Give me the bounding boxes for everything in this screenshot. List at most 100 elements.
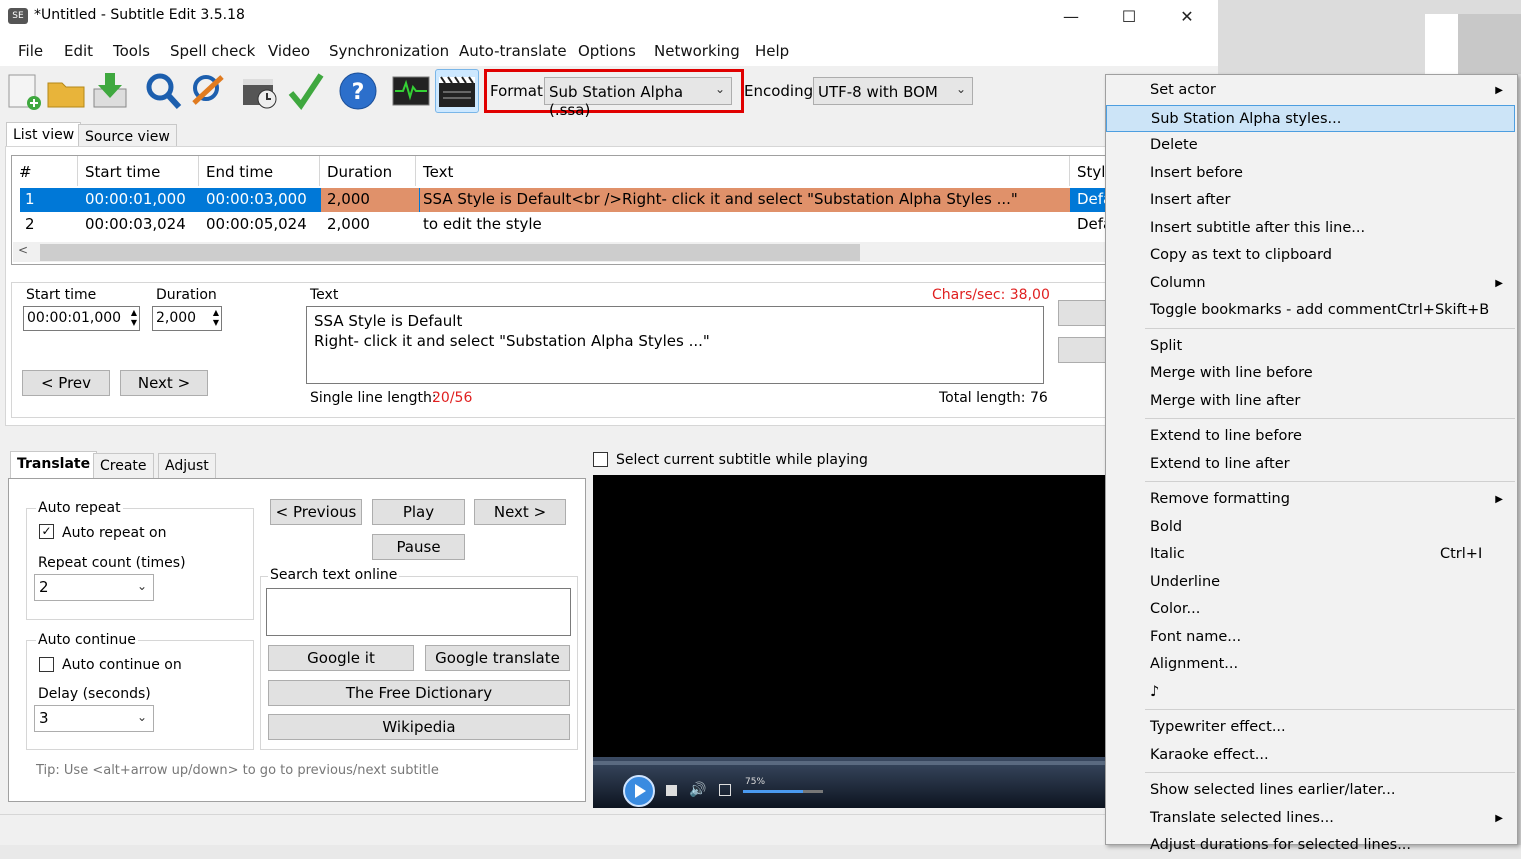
next-button[interactable]: Next > xyxy=(120,370,208,396)
tab-list-view[interactable]: List view xyxy=(6,122,82,148)
tab-translate[interactable]: Translate xyxy=(10,451,98,479)
column-header-style[interactable]: Style xyxy=(1070,156,1110,186)
context-menu-item[interactable]: Insert before xyxy=(1106,160,1515,187)
context-menu-item[interactable]: Toggle bookmarks - add comment Ctrl+Skift… xyxy=(1106,297,1515,324)
waveform-icon[interactable] xyxy=(391,71,431,111)
wikipedia-button[interactable]: Wikipedia xyxy=(268,714,570,740)
row1-number: 1 xyxy=(25,190,35,208)
play-button[interactable]: Play xyxy=(372,499,465,525)
desktop-window-fragment xyxy=(1425,14,1458,74)
video-icon[interactable] xyxy=(435,69,479,113)
auto-repeat-checkbox[interactable]: ✓ xyxy=(39,524,54,539)
context-menu-item[interactable]: Copy as text to clipboard xyxy=(1106,242,1515,269)
next-subtitle-button[interactable]: Next > xyxy=(474,499,566,525)
context-menu-item[interactable]: Translate selected lines... ▶ xyxy=(1106,805,1515,832)
context-menu-item-label: Underline xyxy=(1150,573,1221,590)
scroll-left-icon[interactable]: < xyxy=(18,243,28,257)
context-menu-item[interactable]: Extend to line before xyxy=(1106,423,1515,450)
stop-icon[interactable] xyxy=(666,785,677,796)
context-menu-item[interactable]: Bold xyxy=(1106,514,1515,541)
context-menu-item[interactable]: Adjust durations for selected lines... xyxy=(1106,832,1515,859)
context-menu-item[interactable]: Alignment... xyxy=(1106,651,1515,678)
find-icon[interactable] xyxy=(143,71,183,111)
maximize-button[interactable]: ☐ xyxy=(1100,0,1158,34)
context-menu-item[interactable]: ♪ xyxy=(1106,679,1515,706)
context-menu-item[interactable]: Merge with line before xyxy=(1106,360,1515,387)
column-header-text[interactable]: Text xyxy=(416,156,1070,186)
spinner-arrows-icon[interactable]: ▲ ▼ xyxy=(131,308,137,328)
close-button[interactable]: ✕ xyxy=(1158,0,1216,34)
open-folder-icon[interactable] xyxy=(46,71,86,111)
scrollbar-thumb[interactable] xyxy=(40,244,860,261)
context-menu-item[interactable]: Merge with line after xyxy=(1106,388,1515,415)
context-menu-item[interactable]: Delete xyxy=(1106,132,1515,159)
context-menu-item[interactable]: Remove formatting ▶ xyxy=(1106,486,1515,513)
context-menu-item[interactable]: Typewriter effect... xyxy=(1106,714,1515,741)
menu-video[interactable]: Video xyxy=(268,42,310,60)
context-menu-item[interactable]: Font name... xyxy=(1106,624,1515,651)
subtitle-text-input[interactable]: SSA Style is Default Right- click it and… xyxy=(306,306,1044,384)
play-icon[interactable] xyxy=(623,775,655,807)
column-header-end-time[interactable]: End time xyxy=(199,156,320,186)
new-file-icon[interactable] xyxy=(4,71,44,111)
format-dropdown[interactable]: Sub Station Alpha (.ssa) ⌄ xyxy=(544,77,732,119)
menu-networking[interactable]: Networking xyxy=(654,42,740,60)
row2-end: 00:00:05,024 xyxy=(206,215,307,233)
context-menu-item-label: Column xyxy=(1150,274,1206,291)
context-menu-item[interactable]: Set actor ▶ xyxy=(1106,77,1515,104)
search-text-input[interactable] xyxy=(266,588,571,636)
google-it-button[interactable]: Google it xyxy=(268,645,414,671)
visual-sync-icon[interactable] xyxy=(240,71,280,111)
context-menu-item[interactable]: Extend to line after xyxy=(1106,451,1515,478)
column-header-start-time[interactable]: Start time xyxy=(78,156,199,186)
video-controls: 🔊 75% xyxy=(593,757,1113,808)
minimize-button[interactable]: — xyxy=(1042,0,1100,34)
seek-bar[interactable] xyxy=(593,761,1113,765)
column-header-number[interactable]: # xyxy=(12,156,78,186)
context-menu-item[interactable]: Insert after xyxy=(1106,187,1515,214)
context-menu-item[interactable]: Show selected lines earlier/later... xyxy=(1106,777,1515,804)
context-menu-item[interactable]: Color... xyxy=(1106,596,1515,623)
context-menu-item-label: Color... xyxy=(1150,601,1201,617)
start-time-input[interactable]: 00:00:01,000 ▲ ▼ xyxy=(23,306,140,331)
spell-check-icon[interactable] xyxy=(286,71,326,111)
context-menu-item[interactable]: Karaoke effect... xyxy=(1106,742,1515,769)
context-menu-item[interactable]: Split xyxy=(1106,333,1515,360)
subtitle-grid: # Start time End time Duration Text Styl… xyxy=(11,155,1111,265)
help-icon[interactable]: ? xyxy=(338,71,378,111)
menu-edit[interactable]: Edit xyxy=(64,42,93,60)
menu-file[interactable]: File xyxy=(18,42,43,60)
delay-dropdown[interactable]: 3 ⌄ xyxy=(34,705,154,732)
encoding-dropdown[interactable]: UTF-8 with BOM ⌄ xyxy=(813,77,973,105)
auto-continue-checkbox[interactable] xyxy=(39,657,54,672)
menu-spell-check[interactable]: Spell check xyxy=(170,42,255,60)
select-current-checkbox[interactable] xyxy=(593,452,608,467)
tab-adjust[interactable]: Adjust xyxy=(158,453,216,479)
menu-tools[interactable]: Tools xyxy=(113,42,150,60)
context-menu-item[interactable]: Italic Ctrl+I xyxy=(1106,541,1515,568)
previous-button[interactable]: < Previous xyxy=(270,499,362,525)
free-dictionary-button[interactable]: The Free Dictionary xyxy=(268,680,570,706)
pause-button[interactable]: Pause xyxy=(372,534,465,560)
fullscreen-icon[interactable] xyxy=(719,784,731,796)
replace-icon[interactable] xyxy=(188,71,228,111)
context-menu-item-label: Sub Station Alpha styles... xyxy=(1151,110,1342,127)
save-download-icon[interactable] xyxy=(90,71,130,111)
repeat-count-dropdown[interactable]: 2 ⌄ xyxy=(34,574,154,601)
context-menu-item[interactable]: Insert subtitle after this line... xyxy=(1106,215,1515,242)
context-menu-item[interactable]: Column ▶ xyxy=(1106,270,1515,297)
spinner-arrows-icon[interactable]: ▲ ▼ xyxy=(213,308,219,328)
volume-icon[interactable]: 🔊 xyxy=(689,782,706,798)
context-menu-item[interactable]: Underline xyxy=(1106,569,1515,596)
duration-input[interactable]: 2,000 ▲ ▼ xyxy=(152,306,222,331)
menu-options[interactable]: Options xyxy=(578,42,636,60)
context-menu-item[interactable]: Sub Station Alpha styles... xyxy=(1106,104,1515,132)
column-header-duration[interactable]: Duration xyxy=(320,156,416,186)
row2-number[interactable]: 2 xyxy=(18,212,78,238)
google-translate-button[interactable]: Google translate xyxy=(425,645,570,671)
prev-button[interactable]: < Prev xyxy=(22,370,110,396)
menu-auto-translate[interactable]: Auto-translate xyxy=(459,42,567,60)
menu-help[interactable]: Help xyxy=(755,42,789,60)
menu-synchronization[interactable]: Synchronization xyxy=(329,42,449,60)
tab-create[interactable]: Create xyxy=(93,453,154,479)
